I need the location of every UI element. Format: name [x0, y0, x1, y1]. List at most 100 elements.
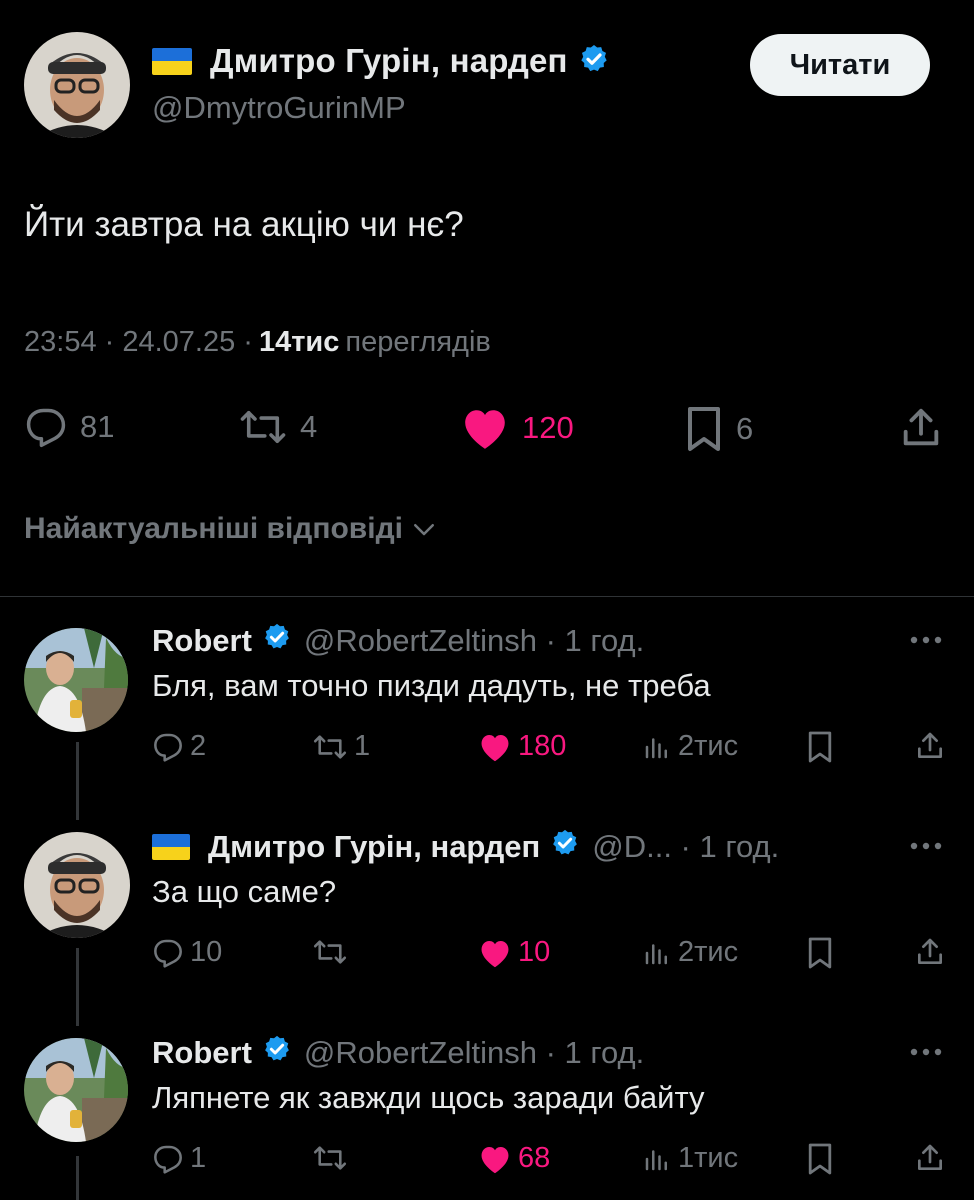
reply-icon [26, 408, 66, 448]
author-name[interactable]: Дмитро Гурін, нардеп [210, 42, 568, 80]
views-count: 1тис [678, 1142, 739, 1174]
more-options-icon[interactable] [906, 834, 946, 863]
views-count: 2тис [678, 730, 739, 762]
bookmark-icon [808, 731, 832, 763]
share-button[interactable] [914, 730, 946, 762]
heart-filled-icon [481, 734, 509, 761]
reply-actions: 10 10 2тис [0, 936, 974, 976]
share-icon [918, 938, 942, 964]
reply-handle-time[interactable]: @RobertZeltinsh · 1 год. [304, 623, 644, 659]
like-button[interactable]: 68 [478, 1142, 550, 1175]
like-count: 120 [522, 410, 574, 445]
repost-icon [313, 734, 347, 759]
bookmark-button[interactable] [806, 730, 834, 764]
reply-author-name[interactable]: Дмитро Гурін, нардеп [208, 829, 540, 865]
more-options-icon[interactable] [906, 628, 946, 657]
reply-item[interactable]: Robert @RobertZeltinsh · 1 год. Бля, вам… [0, 622, 974, 772]
chevron-down-icon [413, 524, 434, 536]
reply-text: Бля, вам точно пизди дадуть, не треба [152, 668, 711, 703]
ukraine-flag-icon [152, 834, 190, 860]
analytics-icon [645, 943, 667, 964]
views-count: 14тис [258, 326, 340, 358]
repost-count: 1 [354, 730, 371, 762]
reply-avatar[interactable] [24, 832, 130, 938]
share-button[interactable] [898, 405, 944, 451]
share-icon [918, 1144, 942, 1170]
reply-text: Ляпнете як завжди щось заради байту [152, 1080, 705, 1115]
reply-count: 1 [190, 1142, 207, 1174]
bookmark-icon [688, 407, 720, 451]
tweet-timestamp[interactable]: 23:54 · 24.07.25 · [24, 326, 253, 359]
bookmark-count: 6 [736, 411, 754, 446]
replies-sort-dropdown[interactable]: Найактуальніші відповіді [24, 512, 439, 546]
reply-button[interactable]: 10 [152, 936, 222, 969]
bookmark-icon [808, 1143, 832, 1175]
more-options-icon[interactable] [906, 1040, 946, 1069]
tweet-meta: 23:54 · 24.07.25 · 14тис переглядів [24, 326, 491, 359]
views-button[interactable]: 2тис [642, 936, 738, 969]
author-handle[interactable]: @DmytroGurinMP [152, 90, 406, 126]
reply-item[interactable]: Robert @RobertZeltinsh · 1 год. Ляпнете … [0, 1034, 974, 1200]
views-count: 2тис [678, 936, 739, 968]
repost-button[interactable] [312, 1142, 354, 1174]
reply-button[interactable]: 1 [152, 1142, 206, 1175]
views-button[interactable]: 1тис [642, 1142, 738, 1175]
analytics-icon [645, 737, 667, 758]
share-icon [903, 408, 939, 446]
reply-avatar[interactable] [24, 628, 128, 732]
reply-text: За що саме? [152, 874, 337, 909]
main-tweet: Дмитро Гурін, нардеп @DmytroGurinMP Чита… [0, 0, 974, 590]
reply-handle-time[interactable]: @D... · 1 год. [592, 829, 779, 865]
verified-badge-icon [262, 622, 292, 660]
reply-header: Robert @RobertZeltinsh · 1 год. [152, 1034, 644, 1072]
like-count: 180 [518, 730, 567, 762]
replies-sort-label: Найактуальніші відповіді [24, 512, 403, 545]
like-button[interactable]: 120 [460, 405, 574, 451]
reply-header: Robert @RobertZeltinsh · 1 год. [152, 622, 644, 660]
reply-count: 2 [190, 730, 207, 762]
bookmark-button[interactable]: 6 [684, 405, 753, 453]
like-button[interactable]: 10 [478, 936, 550, 969]
tweet-text: Йти завтра на акцію чи нє? [24, 205, 464, 244]
reply-count: 81 [80, 409, 115, 444]
heart-filled-icon [465, 410, 505, 449]
share-button[interactable] [914, 936, 946, 968]
reply-author-name[interactable]: Robert [152, 1035, 252, 1071]
reply-count: 10 [190, 936, 223, 968]
bookmark-icon [808, 937, 832, 969]
reply-actions: 2 1 180 2тис [0, 730, 974, 770]
bookmark-button[interactable] [806, 936, 834, 970]
author-row: Дмитро Гурін, нардеп [152, 42, 610, 80]
heart-filled-icon [481, 940, 509, 967]
follow-button[interactable]: Читати [750, 34, 930, 96]
reply-button[interactable]: 2 [152, 730, 206, 763]
bookmark-button[interactable] [806, 1142, 834, 1176]
repost-button[interactable]: 1 [312, 730, 370, 763]
reply-icon [154, 1145, 182, 1174]
reply-icon [154, 939, 182, 968]
like-count: 68 [518, 1142, 551, 1174]
verified-badge-icon [262, 1034, 292, 1072]
share-button[interactable] [914, 1142, 946, 1174]
repost-count: 4 [300, 409, 318, 444]
views-label: переглядів [345, 326, 491, 358]
repost-button[interactable]: 4 [238, 405, 317, 449]
reply-icon [154, 733, 182, 762]
repost-button[interactable] [312, 936, 354, 968]
reply-actions: 1 68 1тис [0, 1142, 974, 1182]
reply-author-name[interactable]: Robert [152, 623, 252, 659]
share-icon [918, 732, 942, 758]
verified-badge-icon [578, 43, 610, 80]
heart-filled-icon [481, 1146, 509, 1173]
ukraine-flag-icon [152, 47, 192, 75]
views-button[interactable]: 2тис [642, 730, 738, 763]
like-button[interactable]: 180 [478, 730, 566, 763]
reply-avatar[interactable] [24, 1038, 128, 1142]
divider [0, 596, 974, 597]
reply-handle-time[interactable]: @RobertZeltinsh · 1 год. [304, 1035, 644, 1071]
reply-item[interactable]: Дмитро Гурін, нардеп @D... · 1 год. За щ… [0, 828, 974, 978]
author-avatar[interactable] [24, 32, 130, 138]
verified-badge-icon [550, 828, 580, 866]
reply-button[interactable]: 81 [24, 405, 114, 449]
repost-icon [313, 940, 347, 964]
